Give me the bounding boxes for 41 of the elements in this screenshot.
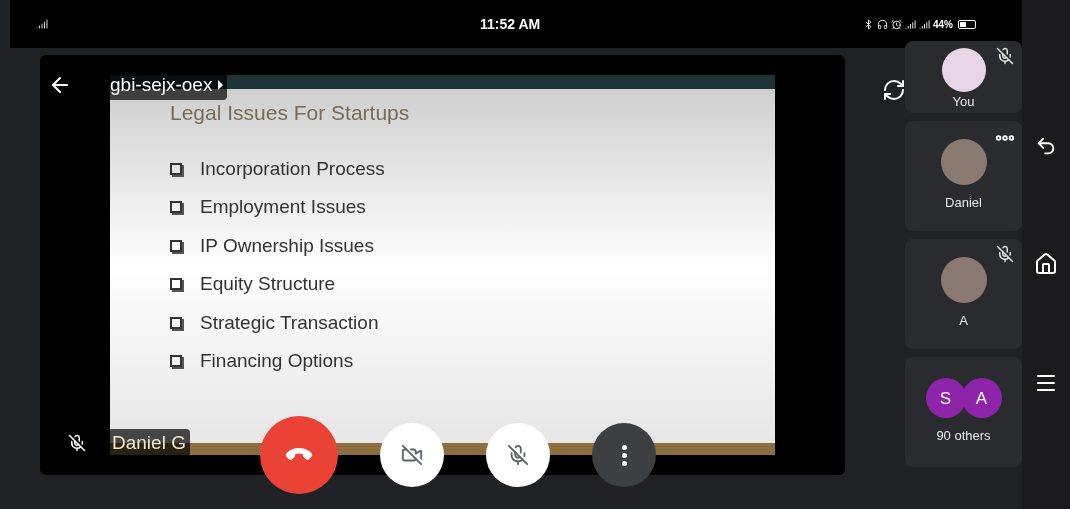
more-vertical-icon — [621, 444, 627, 466]
battery-percent: 44% — [933, 17, 953, 32]
initial-avatar: S — [925, 378, 966, 419]
participant-tile[interactable]: A — [905, 239, 1022, 349]
checkbox-bullet-icon — [170, 239, 182, 252]
presenter-name: Daniel G — [108, 428, 190, 457]
checkbox-bullet-icon — [170, 316, 182, 329]
participant-tile[interactable]: You — [905, 41, 1022, 113]
checkbox-bullet-icon — [170, 278, 182, 291]
signal-icon — [36, 18, 48, 30]
mic-off-icon — [996, 47, 1014, 65]
switch-camera-button[interactable] — [882, 78, 906, 102]
alarm-icon — [891, 18, 902, 30]
battery-icon — [958, 19, 976, 29]
back-nav-button[interactable] — [1035, 135, 1057, 157]
participant-tile[interactable]: Daniel — [905, 121, 1022, 231]
headphones-icon — [877, 18, 888, 30]
checkbox-bullet-icon — [170, 201, 182, 214]
others-tile[interactable]: S A 90 others — [905, 357, 1022, 467]
checkbox-bullet-icon — [170, 162, 182, 175]
bluetooth-icon — [863, 18, 874, 30]
mic-off-icon — [507, 444, 529, 466]
slide-bullet: Incorporation Process — [200, 156, 385, 181]
slide-bullet: Employment Issues — [200, 195, 366, 219]
participant-name: Daniel — [945, 194, 982, 213]
initial-avatar: A — [961, 378, 1002, 419]
slide-bullet: Strategic Transaction — [200, 310, 379, 335]
checkbox-bullet-icon — [170, 355, 182, 368]
camera-off-icon — [401, 444, 423, 466]
signal-icon — [905, 18, 916, 30]
signal-icon — [919, 18, 930, 30]
mic-off-icon — [996, 245, 1014, 263]
slide-bullet: Equity Structure — [200, 272, 336, 296]
slide-title: Legal Issues For Startups — [170, 100, 411, 126]
participant-name: A — [959, 312, 968, 331]
participant-name: You — [952, 92, 975, 111]
slide-bullet: Financing Options — [200, 349, 354, 373]
clock-time: 11:52 AM — [480, 14, 541, 34]
home-button[interactable] — [1034, 252, 1058, 276]
others-count: 90 others — [936, 427, 991, 446]
slide-bullet: IP Ownership Issues — [200, 233, 374, 258]
